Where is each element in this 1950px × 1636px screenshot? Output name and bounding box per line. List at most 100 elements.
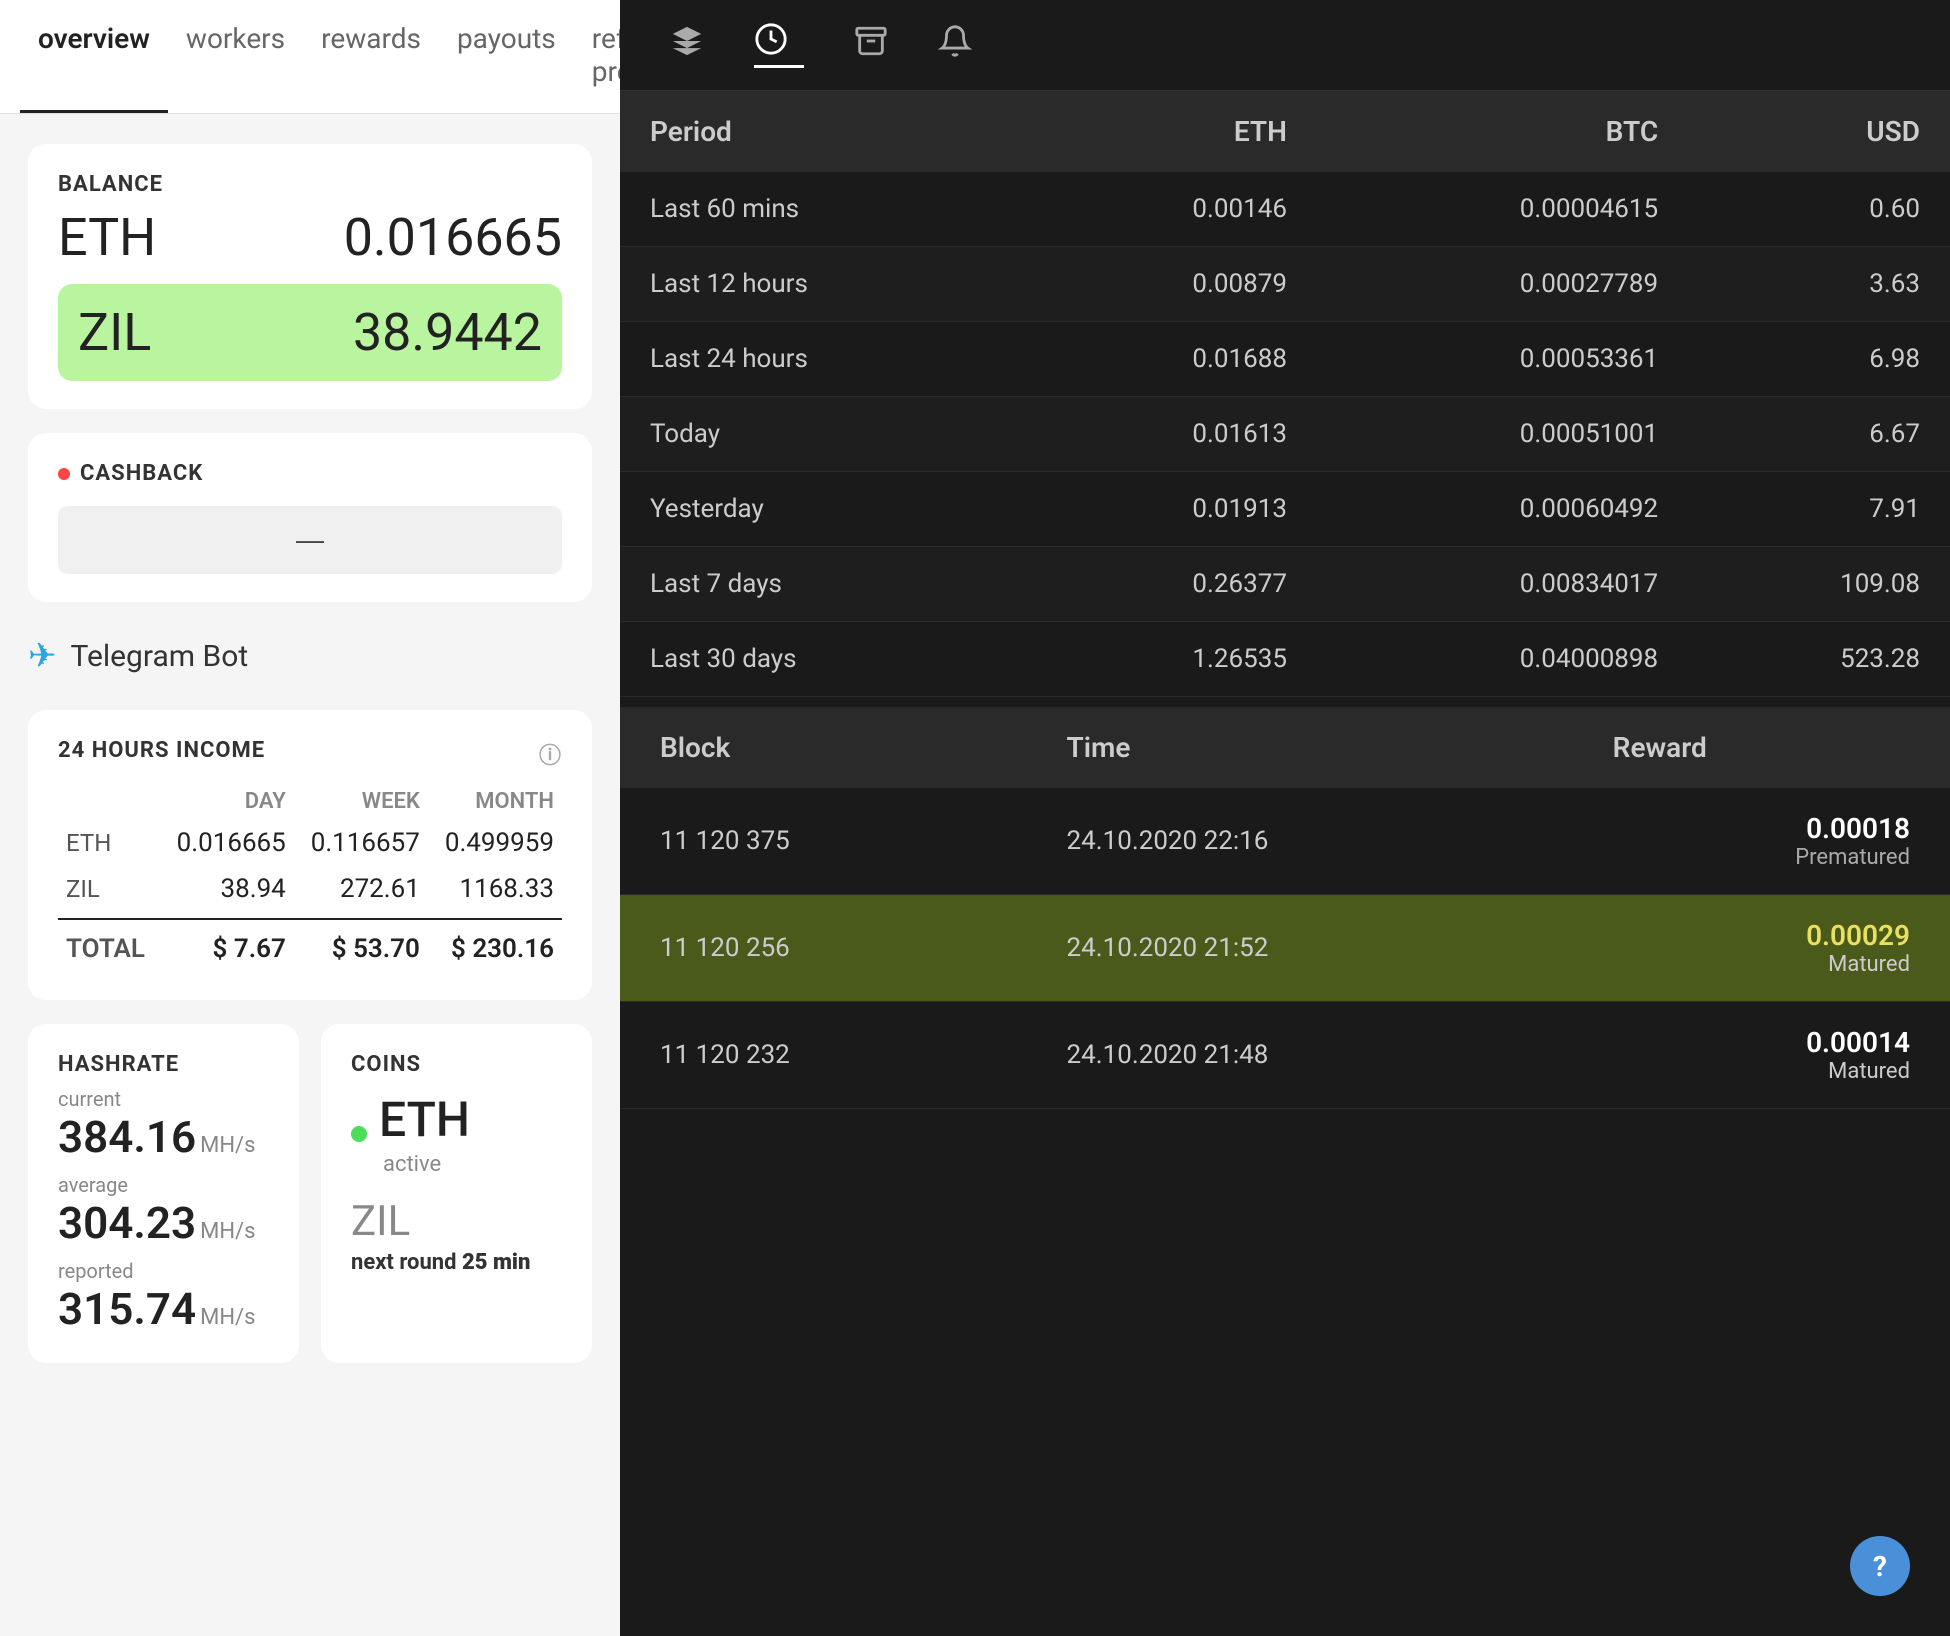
- earnings-eth: 0.00879: [1028, 247, 1317, 322]
- income-row-week: 272.61: [294, 866, 428, 919]
- coin-eth-status: active: [383, 1152, 470, 1177]
- income-title: 24 HOURS INCOME ⓘ: [58, 738, 562, 763]
- earnings-row: Last 60 mins 0.00146 0.00004615 0.60: [620, 172, 1950, 247]
- block-row: 11 120 256 24.10.2020 21:52 0.00029 Matu…: [620, 895, 1950, 1002]
- layers-icon[interactable]: [670, 24, 704, 67]
- bottom-row: HASHRATE current 384.16 MH/s average 304…: [28, 1024, 592, 1363]
- earnings-btc: 0.00060492: [1317, 472, 1688, 547]
- blocks-col-time: Time: [1027, 707, 1573, 788]
- earnings-usd: 523.28: [1688, 622, 1950, 697]
- income-row-month: 0.499959: [428, 820, 562, 866]
- block-row: 11 120 375 24.10.2020 22:16 0.00018 Prem…: [620, 788, 1950, 895]
- earnings-col-usd: USD: [1688, 91, 1950, 172]
- earnings-usd: 6.98: [1688, 322, 1950, 397]
- cashback-header: CASHBACK: [58, 461, 562, 486]
- right-panel: Period ETH BTC USD Last 60 mins 0.00146 …: [620, 0, 1950, 1636]
- earnings-table: Period ETH BTC USD Last 60 mins 0.00146 …: [620, 91, 1950, 697]
- income-row-month: $ 230.16: [428, 919, 562, 972]
- blocks-col-reward: Reward: [1573, 707, 1950, 788]
- block-reward-status: Prematured: [1613, 845, 1910, 870]
- earnings-row: Today 0.01613 0.00051001 6.67: [620, 397, 1950, 472]
- tab-payouts[interactable]: payouts: [439, 0, 574, 113]
- earnings-eth: 0.00146: [1028, 172, 1317, 247]
- balance-eth-row: ETH 0.016665: [58, 207, 562, 268]
- cashback-input[interactable]: [58, 506, 562, 574]
- block-reward-value: 0.00018: [1613, 812, 1910, 845]
- cashback-card: CASHBACK: [28, 433, 592, 602]
- earnings-eth: 0.01913: [1028, 472, 1317, 547]
- block-number: 11 120 232: [620, 1002, 1027, 1109]
- earnings-col-btc: BTC: [1317, 91, 1688, 172]
- earnings-row: Last 30 days 1.26535 0.04000898 523.28: [620, 622, 1950, 697]
- income-row-day: 0.016665: [160, 820, 294, 866]
- earnings-usd: 6.67: [1688, 397, 1950, 472]
- earnings-usd: 7.91: [1688, 472, 1950, 547]
- block-number: 11 120 375: [620, 788, 1027, 895]
- income-col-week: WEEK: [294, 783, 428, 820]
- balance-zil-row: ZIL 38.9442: [58, 284, 562, 381]
- earnings-btc: 0.00053361: [1317, 322, 1688, 397]
- earnings-eth: 1.26535: [1028, 622, 1317, 697]
- cashback-dot: [58, 468, 70, 480]
- block-time: 24.10.2020 22:16: [1027, 788, 1573, 895]
- tab-rewards[interactable]: rewards: [303, 0, 439, 113]
- earnings-usd: 109.08: [1688, 547, 1950, 622]
- income-row: TOTAL $ 7.67 $ 53.70 $ 230.16: [58, 919, 562, 972]
- earnings-period: Last 60 mins: [620, 172, 1028, 247]
- block-reward-value: 0.00014: [1613, 1026, 1910, 1059]
- income-col-empty: [58, 783, 160, 820]
- hashrate-average-label: average: [58, 1173, 269, 1197]
- tab-overview[interactable]: overview: [20, 0, 168, 113]
- bell-icon[interactable]: [938, 24, 972, 67]
- earnings-btc: 0.00027789: [1317, 247, 1688, 322]
- balance-eth-value: 0.016665: [344, 207, 562, 268]
- income-table: DAY WEEK MONTH ETH 0.016665 0.116657 0.4…: [58, 783, 562, 972]
- earnings-eth: 0.01613: [1028, 397, 1317, 472]
- block-reward-cell: 0.00029 Matured: [1573, 895, 1950, 1002]
- coin-eth-name: ETH: [379, 1091, 470, 1148]
- balance-zil-label: ZIL: [78, 302, 151, 363]
- hashrate-card: HASHRATE current 384.16 MH/s average 304…: [28, 1024, 299, 1363]
- hashrate-reported-label: reported: [58, 1259, 269, 1283]
- earnings-period: Yesterday: [620, 472, 1028, 547]
- nav-tabs: overview workers rewards payouts referra…: [0, 0, 620, 114]
- info-icon[interactable]: ⓘ: [539, 738, 562, 770]
- block-reward-status: Matured: [1613, 952, 1910, 977]
- earnings-period: Last 30 days: [620, 622, 1028, 697]
- balance-eth-label: ETH: [58, 207, 156, 268]
- blocks-col-block: Block: [620, 707, 1027, 788]
- coins-title: COINS: [351, 1052, 562, 1077]
- earnings-usd: 3.63: [1688, 247, 1950, 322]
- earnings-btc: 0.00004615: [1317, 172, 1688, 247]
- income-row-label: ETH: [58, 820, 160, 866]
- hashrate-reported-value: 315.74 MH/s: [58, 1283, 269, 1335]
- archive-icon[interactable]: [854, 24, 888, 67]
- hashrate-current-label: current: [58, 1087, 269, 1111]
- telegram-row[interactable]: ✈ Telegram Bot: [28, 626, 592, 686]
- earnings-col-period: Period: [620, 91, 1028, 172]
- timer-icon[interactable]: [754, 25, 788, 65]
- balance-title: BALANCE: [58, 172, 562, 197]
- earnings-period: Last 7 days: [620, 547, 1028, 622]
- tab-workers[interactable]: workers: [168, 0, 303, 113]
- block-reward-cell: 0.00014 Matured: [1573, 1002, 1950, 1109]
- hashrate-average-value: 304.23 MH/s: [58, 1197, 269, 1249]
- earnings-row: Last 24 hours 0.01688 0.00053361 6.98: [620, 322, 1950, 397]
- income-row-week: 0.116657: [294, 820, 428, 866]
- cashback-title: CASHBACK: [80, 461, 203, 486]
- income-row-week: $ 53.70: [294, 919, 428, 972]
- income-card: 24 HOURS INCOME ⓘ DAY WEEK MONTH ETH 0.0…: [28, 710, 592, 1000]
- earnings-row: Yesterday 0.01913 0.00060492 7.91: [620, 472, 1950, 547]
- block-time: 24.10.2020 21:48: [1027, 1002, 1573, 1109]
- income-row-day: $ 7.67: [160, 919, 294, 972]
- coin-zil-name: ZIL: [351, 1197, 562, 1246]
- coin-eth-dot: [351, 1126, 367, 1142]
- earnings-btc: 0.04000898: [1317, 622, 1688, 697]
- coin-eth-row: ETH active: [351, 1091, 562, 1177]
- earnings-row: Last 7 days 0.26377 0.00834017 109.08: [620, 547, 1950, 622]
- help-button[interactable]: ?: [1850, 1536, 1910, 1596]
- blocks-section: Block Time Reward 11 120 375 24.10.2020 …: [620, 707, 1950, 1109]
- income-col-month: MONTH: [428, 783, 562, 820]
- block-reward-status: Matured: [1613, 1059, 1910, 1084]
- block-reward-cell: 0.00018 Prematured: [1573, 788, 1950, 895]
